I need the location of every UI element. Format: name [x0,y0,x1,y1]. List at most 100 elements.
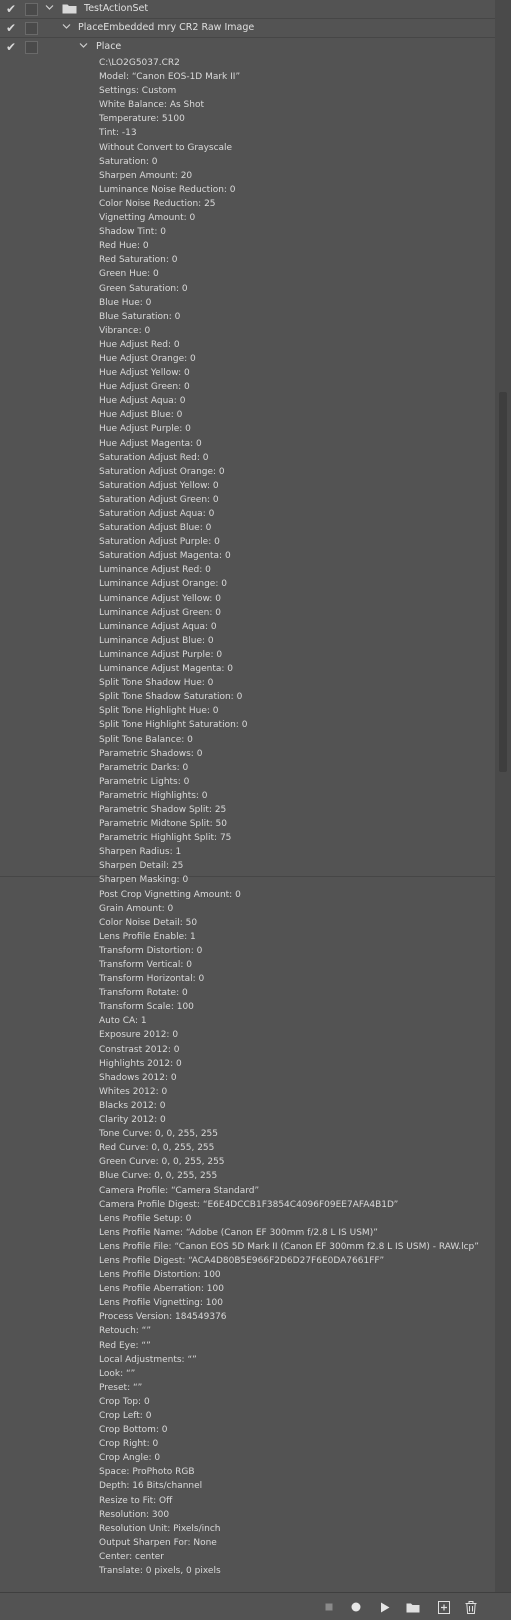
parameter-line: Lens Profile Vignetting: 100 [99,1298,223,1309]
parameter-line: White Balance: As Shot [99,100,204,111]
parameter-line: Grain Amount: 0 [99,903,174,914]
parameter-line: Hue Adjust Magenta: 0 [99,438,202,449]
step-parameters-list: C:\LO2G5037.CR2 Model: “Canon EOS-1D Mark… [99,56,479,1578]
parameter-line: Lens Profile Enable: 1 [99,931,196,942]
parameter-line: Saturation Adjust Yellow: 0 [99,480,219,491]
parameter-line: Parametric Lights: 0 [99,776,190,787]
trash-icon[interactable] [462,1598,480,1616]
parameter-line: Hue Adjust Orange: 0 [99,353,196,364]
parameter-line: Luminance Adjust Orange: 0 [99,579,227,590]
stop-icon[interactable] [320,1598,338,1616]
parameter-line: Blue Curve: 0, 0, 255, 255 [99,1171,218,1182]
step-row[interactable]: ✔ Place [0,38,495,56]
chevron-down-icon[interactable] [62,22,71,34]
parameter-line: Crop Left: 0 [99,1411,152,1421]
parameter-line: Crop Bottom: 0 [99,1425,168,1436]
parameter-line: Red Curve: 0, 0, 255, 255 [99,1143,215,1154]
parameter-line: Hue Adjust Purple: 0 [99,424,191,435]
parameter-line: Tint: -13 [99,128,137,139]
parameter-line: Process Version: 184549376 [99,1312,227,1323]
parameter-line: Green Curve: 0, 0, 255, 255 [99,1157,225,1168]
play-icon[interactable] [376,1598,394,1616]
check-icon[interactable]: ✔ [4,21,18,35]
actions-toolbar [0,1592,511,1620]
parameter-line: Resolution Unit: Pixels/inch [99,1523,221,1534]
parameter-line: Split Tone Balance: 0 [99,734,193,745]
check-icon[interactable]: ✔ [4,2,18,16]
parameter-line: Parametric Shadows: 0 [99,748,203,759]
parameter-line: Depth: 16 Bits/channel [99,1481,203,1492]
parameter-line: Saturation Adjust Purple: 0 [99,537,220,548]
parameter-line: Shadows 2012: 0 [99,1072,177,1083]
parameter-line: Output Sharpen For: None [99,1537,217,1548]
actions-panel: ✔ TestActionSet ✔ PlaceEmbedded mry CR2 … [0,0,495,1592]
parameter-line: Lens Profile Setup: 0 [99,1213,192,1224]
parameter-line: Crop Right: 0 [99,1439,159,1450]
parameter-line: Blacks 2012: 0 [99,1100,166,1111]
parameter-line: Hue Adjust Blue: 0 [99,410,183,421]
parameter-line: Preset: “” [99,1382,143,1393]
dialog-toggle-box[interactable] [25,3,38,16]
parameter-line: Transform Vertical: 0 [99,960,192,970]
scrollbar-thumb[interactable] [499,392,507,772]
parameter-line: Red Saturation: 0 [99,255,178,266]
new-action-icon[interactable] [435,1598,453,1616]
parameter-line: Crop Angle: 0 [99,1453,161,1464]
parameter-line: Hue Adjust Red: 0 [99,339,180,350]
parameter-line: Crop Top: 0 [99,1396,150,1407]
parameter-line: Shadow Tint: 0 [99,227,166,238]
parameter-line: Split Tone Highlight Saturation: 0 [99,720,248,731]
parameter-line: Auto CA: 1 [99,1016,147,1027]
parameter-line: Luminance Adjust Red: 0 [99,565,211,576]
parameter-line: Saturation Adjust Orange: 0 [99,466,225,477]
parameter-line: Saturation Adjust Red: 0 [99,452,209,463]
parameter-line: Lens Profile Name: “Adobe (Canon EF 300m… [99,1227,378,1238]
parameter-line: Luminance Adjust Purple: 0 [99,649,223,660]
new-set-icon[interactable] [404,1598,422,1616]
check-icon[interactable]: ✔ [4,40,18,54]
vertical-scrollbar[interactable] [495,0,511,1592]
step-label: Place [96,41,122,52]
parameter-line: Parametric Darks: 0 [99,762,189,773]
parameter-line: Sharpen Amount: 20 [99,170,193,181]
parameter-line: Model: “Canon EOS-1D Mark II” [99,72,241,83]
parameter-line: Without Convert to Grayscale [99,142,233,153]
parameter-line: Parametric Highlight Split: 75 [99,833,232,844]
parameter-line: Split Tone Shadow Hue: 0 [99,678,214,689]
parameter-line: Sharpen Masking: 0 [99,875,189,886]
parameter-line: Transform Distortion: 0 [99,945,203,956]
parameter-line: Constrast 2012: 0 [99,1044,180,1055]
parameter-line: Red Eye: “” [99,1340,151,1351]
parameter-line: Transform Horizontal: 0 [99,974,205,985]
parameter-line: Luminance Adjust Yellow: 0 [99,593,221,604]
record-icon[interactable] [347,1598,365,1616]
parameter-line: Translate: 0 pixels, 0 pixels [99,1566,221,1577]
action-set-label: TestActionSet [84,3,149,14]
parameter-line: Lens Profile File: “Canon EOS 5D Mark II… [99,1241,479,1252]
parameter-line: Camera Profile: “Camera Standard” [99,1185,260,1196]
action-row[interactable]: ✔ PlaceEmbedded mry CR2 Raw Image [0,19,495,37]
parameter-line: Sharpen Radius: 1 [99,847,182,858]
parameter-line: Red Hue: 0 [99,241,149,252]
parameter-line: Highlights 2012: 0 [99,1058,182,1069]
chevron-down-icon[interactable] [79,41,88,53]
parameter-line: Temperature: 5100 [99,114,185,125]
chevron-down-icon[interactable] [45,3,54,15]
parameter-line: C:\LO2G5037.CR2 [99,58,180,68]
parameter-line: Parametric Shadow Split: 25 [99,804,227,815]
parameter-line: Luminance Adjust Aqua: 0 [99,621,217,632]
parameter-line: Lens Profile Distortion: 100 [99,1270,221,1281]
action-label: PlaceEmbedded mry CR2 Raw Image [78,22,255,33]
folder-icon [62,3,77,17]
dialog-toggle-box[interactable] [25,41,38,54]
parameter-line: Luminance Adjust Magenta: 0 [99,664,233,675]
parameter-line: Hue Adjust Yellow: 0 [99,368,190,379]
action-set-row[interactable]: ✔ TestActionSet [0,0,495,18]
parameter-line: Blue Hue: 0 [99,297,152,308]
parameter-line: Exposure 2012: 0 [99,1030,179,1041]
parameter-line: Split Tone Highlight Hue: 0 [99,706,219,717]
dialog-toggle-box[interactable] [25,22,38,35]
parameter-line: Parametric Midtone Split: 50 [99,819,228,830]
parameter-line: Color Noise Reduction: 25 [99,198,216,209]
parameter-line: Post Crop Vignetting Amount: 0 [99,889,241,900]
